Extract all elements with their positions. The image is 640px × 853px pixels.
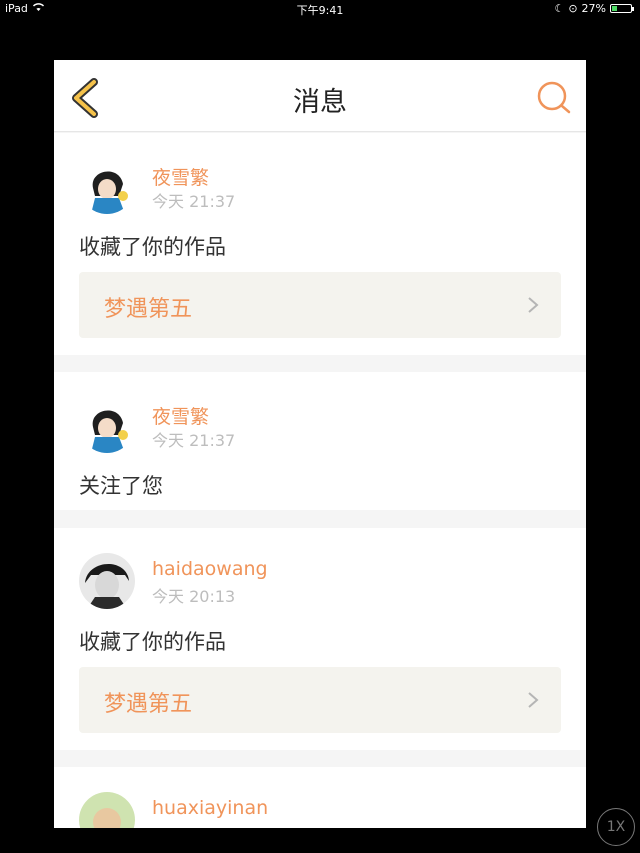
username[interactable]: huaxiayinan: [152, 797, 268, 819]
battery-icon: [610, 4, 634, 13]
avatar[interactable]: [79, 158, 135, 214]
status-bar: iPad 下午9:41 ☾ ⊙ 27%: [0, 0, 640, 18]
username[interactable]: haidaowang: [152, 558, 268, 580]
work-title: 梦遇第五: [104, 297, 193, 322]
message-item: 夜雪繁 今天 21:37 关注了您: [54, 372, 586, 510]
search-icon[interactable]: [536, 79, 572, 115]
avatar[interactable]: [79, 553, 135, 609]
navigation-bar: 消息: [54, 60, 586, 132]
moon-icon: ☾: [554, 2, 565, 15]
message-item: haidaowang 今天 20:13 收藏了你的作品 梦遇第五: [54, 528, 586, 750]
battery-fill: [612, 6, 617, 11]
chevron-right-icon: [528, 692, 539, 708]
action-text: 收藏了你的作品: [79, 235, 226, 259]
work-title: 梦遇第五: [104, 692, 193, 717]
message-time: 今天 21:37: [152, 192, 236, 211]
battery-percent: 27%: [581, 2, 606, 15]
username[interactable]: 夜雪繁: [152, 163, 209, 190]
username[interactable]: 夜雪繁: [152, 402, 209, 429]
action-text: 关注了您: [79, 474, 163, 498]
app-window: 消息 夜雪繁 今天 21:37 收藏了你的作品 梦遇第五 夜雪繁 今天 21:3…: [54, 60, 586, 828]
avatar[interactable]: [79, 792, 135, 828]
message-time: 今天 20:13: [152, 587, 236, 606]
message-item: huaxiayinan: [54, 767, 586, 828]
status-time: 下午9:41: [296, 4, 344, 17]
action-text: 收藏了你的作品: [79, 630, 226, 654]
zoom-button[interactable]: 1X: [597, 808, 635, 846]
work-card[interactable]: 梦遇第五: [79, 667, 561, 733]
message-item: 夜雪繁 今天 21:37 收藏了你的作品 梦遇第五: [54, 133, 586, 355]
chevron-right-icon: [528, 297, 539, 313]
page-title: 消息: [293, 87, 347, 118]
rotation-lock-icon: ⊙: [568, 2, 578, 15]
message-time: 今天 21:37: [152, 431, 236, 450]
avatar[interactable]: [79, 397, 135, 453]
work-card[interactable]: 梦遇第五: [79, 272, 561, 338]
